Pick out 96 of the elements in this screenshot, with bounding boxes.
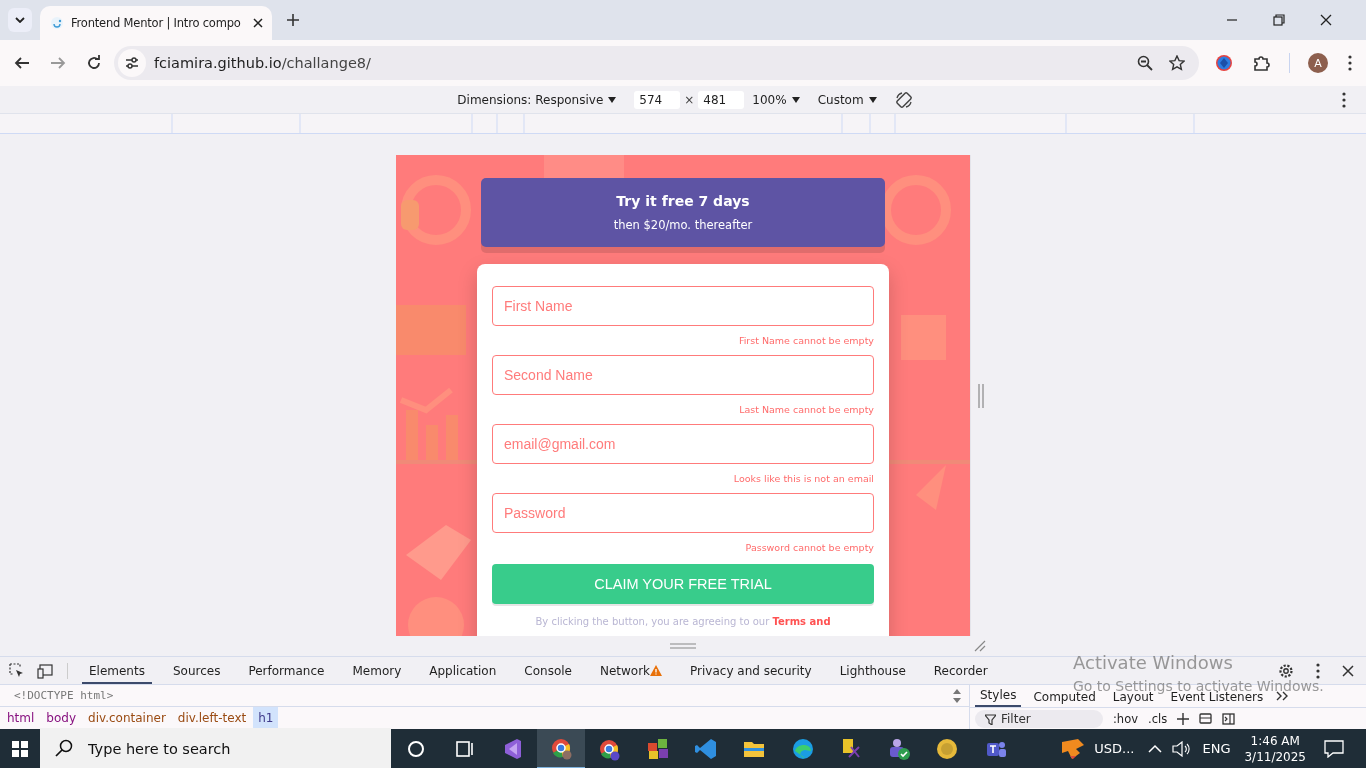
tiles-icon (645, 736, 670, 761)
code-line: <!DOCTYPE html> (14, 689, 114, 702)
forward-icon[interactable] (50, 55, 66, 71)
puzzle-icon[interactable] (1253, 54, 1271, 72)
hov-toggle[interactable]: :hov (1113, 712, 1138, 726)
times-sign: × (684, 92, 695, 107)
code-editor-icon (693, 736, 718, 761)
speaker-icon[interactable] (1172, 740, 1191, 757)
computed-icon[interactable] (1199, 713, 1213, 725)
plus-icon[interactable] (286, 13, 300, 27)
close-icon[interactable] (1342, 664, 1354, 677)
input-field[interactable]: Second Name (492, 355, 874, 395)
scroll-arrows-icon[interactable] (953, 688, 961, 703)
more-icon[interactable] (1348, 55, 1352, 71)
devtools-tab[interactable]: Network (592, 657, 670, 684)
more-icon[interactable] (1316, 662, 1320, 679)
rotate-icon[interactable] (894, 90, 913, 109)
browser-tab[interactable]: Frontend Mentor | Intro compo (40, 6, 272, 40)
devtools-tab[interactable]: Recorder (926, 657, 995, 684)
site-info-button[interactable] (118, 49, 146, 77)
activation-title: Activate Windows (1073, 652, 1233, 674)
tab-search-button[interactable] (8, 8, 32, 32)
settings-icon[interactable] (1278, 662, 1294, 679)
caret-icon[interactable] (868, 96, 877, 103)
corner-handle-icon[interactable] (974, 640, 986, 652)
more-tabs-icon[interactable] (1276, 691, 1289, 701)
width-field[interactable]: 574 (634, 90, 681, 109)
plus-icon[interactable] (1177, 713, 1190, 725)
error-message: Password cannot be empty (745, 541, 874, 554)
reload-icon[interactable] (86, 55, 102, 71)
height-field[interactable]: 481 (698, 90, 745, 109)
taskbar-search-field[interactable]: Type here to search (40, 728, 391, 768)
language-indicator[interactable]: ENG (1202, 741, 1231, 756)
zoom-out-icon[interactable] (1137, 55, 1153, 71)
profile-avatar[interactable]: A (1308, 53, 1328, 73)
breadcrumb[interactable]: div.left-text (172, 707, 252, 729)
filter-field[interactable]: Filter (975, 710, 1103, 728)
resize-handle-icon[interactable] (670, 643, 696, 649)
close-icon[interactable] (252, 17, 264, 29)
devtools-tab[interactable]: Console (517, 657, 579, 684)
clock[interactable]: 1:46 AM 3/11/2025 (1244, 732, 1306, 765)
resize-handle-icon[interactable] (977, 383, 984, 408)
browser-button[interactable] (536, 728, 586, 768)
breadcrumb[interactable]: body (41, 707, 82, 729)
caret-icon[interactable] (608, 96, 617, 103)
notification-icon[interactable] (1324, 739, 1344, 758)
breadcrumb[interactable]: div.container (83, 707, 171, 729)
error-message: Last Name cannot be empty (739, 403, 874, 416)
error-message: Looks like this is not an email (733, 472, 874, 485)
devtools-tab[interactable]: Privacy and security (683, 657, 819, 684)
chevron-up-icon[interactable] (1148, 744, 1163, 753)
windows-icon (12, 740, 28, 757)
input-field[interactable]: First Name (492, 286, 874, 326)
breadcrumb[interactable]: h1 (253, 707, 279, 729)
styles-tab[interactable]: Event Listeners (1165, 690, 1269, 707)
caret-icon (15, 17, 25, 23)
input-field[interactable]: Password (492, 493, 874, 533)
devtools-tab[interactable]: Performance (241, 657, 332, 684)
promo-subtitle: then $20/mo. thereafter (613, 218, 753, 232)
promo-title: Try it free 7 days (616, 193, 750, 209)
zoom-dropdown[interactable]: 100% (752, 92, 787, 107)
terms-text: By clicking the button, you are agreeing to our Terms and (534, 616, 832, 627)
input-field[interactable]: email@gmail.com (492, 424, 874, 464)
cls-toggle[interactable]: .cls (1148, 712, 1168, 726)
close-icon[interactable] (1319, 13, 1333, 27)
styles-tab[interactable]: Styles (975, 688, 1022, 707)
dimensions-dropdown[interactable]: Dimensions: Responsive (457, 92, 604, 107)
sliders-icon (125, 56, 139, 70)
devtools-tab[interactable]: Memory (345, 657, 409, 684)
throttle-dropdown[interactable]: Custom (817, 92, 864, 107)
extension-icon[interactable] (1215, 54, 1233, 72)
sidebar-icon[interactable] (1222, 713, 1236, 725)
breadcrumb[interactable]: html (2, 707, 40, 729)
devtools-tab[interactable]: Application (422, 657, 504, 684)
caret-icon[interactable] (791, 96, 800, 103)
address-bar[interactable]: fciamira.github.io/challange8/ (114, 46, 1199, 80)
url-text: fciamira.github.io/challange8/ (154, 55, 371, 71)
tray-app-label[interactable]: USD... (1094, 741, 1135, 756)
star-icon[interactable] (1169, 55, 1185, 71)
inspect-icon[interactable] (9, 662, 25, 679)
wave-icon (790, 736, 815, 761)
styles-tab[interactable]: Computed (1028, 690, 1101, 707)
restore-icon[interactable] (1272, 13, 1286, 27)
tray-app-icon[interactable] (1060, 737, 1087, 760)
device-icon[interactable] (37, 662, 53, 679)
more-icon[interactable] (1342, 91, 1346, 108)
devtools-tab[interactable]: Lighthouse (832, 657, 913, 684)
filter-icon (985, 714, 996, 725)
coin-icon (935, 736, 960, 761)
search-icon (55, 739, 73, 757)
back-icon[interactable] (14, 55, 30, 71)
error-message: First Name cannot be empty (738, 334, 874, 347)
tab-title: Frontend Mentor | Intro compo (71, 16, 241, 30)
favicon-icon (50, 16, 64, 30)
people-icon (887, 736, 912, 761)
devtools-tab[interactable]: Sources (165, 657, 228, 684)
